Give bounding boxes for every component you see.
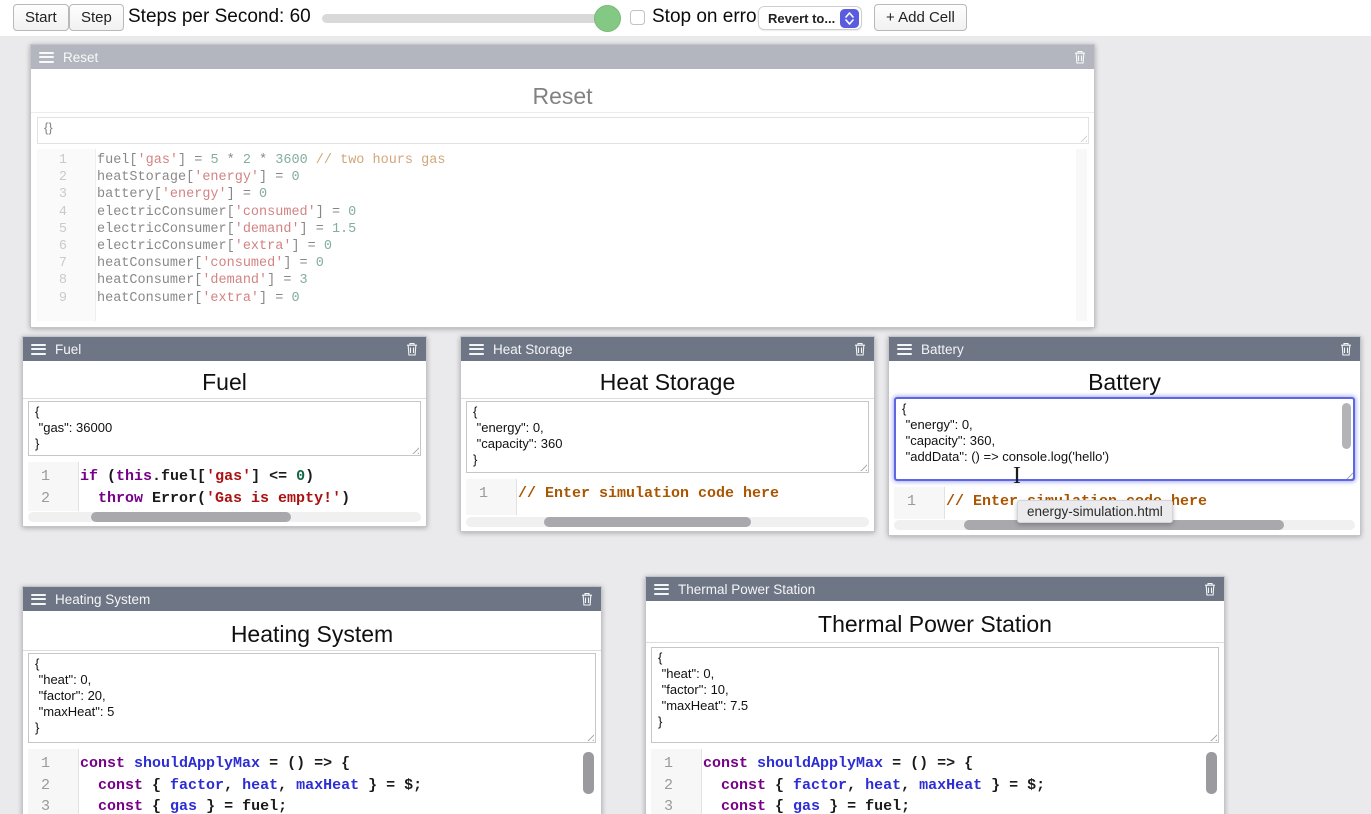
code-editor[interactable]: 1fuel['gas'] = 5 * 2 * 3600 // two hours… (37, 149, 1089, 321)
cell-header-label: Heat Storage (493, 342, 573, 357)
cell-header-label: Reset (63, 50, 98, 65)
delete-cell-button[interactable] (406, 342, 418, 356)
trash-icon (1204, 582, 1216, 596)
json-state-input[interactable]: {} (37, 117, 1089, 144)
cell-thermal-power-station-header[interactable]: Thermal Power Station (646, 577, 1224, 601)
cell-header-label: Thermal Power Station (678, 582, 815, 597)
menu-icon[interactable] (469, 344, 484, 355)
add-cell-button[interactable]: + Add Cell (874, 4, 967, 31)
json-state-wrap: { "energy": 0, "capacity": 360 } (466, 401, 869, 473)
json-state-input[interactable]: { "heat": 0, "factor": 10, "maxHeat": 7.… (651, 647, 1219, 743)
cell-header-label: Battery (921, 342, 964, 357)
cell-header-label: Heating System (55, 592, 150, 607)
cell-battery-header[interactable]: Battery (889, 337, 1360, 361)
cell-fuel-header[interactable]: Fuel (23, 337, 426, 361)
json-state-input[interactable]: { "heat": 0, "factor": 20, "maxHeat": 5 … (28, 653, 596, 743)
steps-per-second-slider[interactable] (322, 14, 615, 23)
scrollbar-thumb[interactable] (91, 512, 291, 522)
stop-on-error-label: Stop on error (652, 6, 763, 28)
menu-icon[interactable] (654, 584, 669, 595)
json-state-wrap: {} (37, 117, 1089, 144)
trash-icon (1074, 50, 1086, 64)
json-state-wrap: { "gas": 36000 } (28, 401, 421, 456)
cell-title: Heat Storage (461, 369, 874, 396)
code-editor[interactable]: 1const shouldApplyMax = () => {2 const {… (28, 749, 596, 814)
trash-icon (406, 342, 418, 356)
json-state-input[interactable]: { "energy": 0, "capacity": 360 } (466, 401, 869, 473)
cell-thermal-power-station: Thermal Power Station Thermal Power Stat… (645, 576, 1225, 814)
delete-cell-button[interactable] (1074, 50, 1086, 64)
menu-icon[interactable] (39, 52, 54, 63)
cell-heat-storage: Heat Storage Heat Storage { "energy": 0,… (460, 336, 875, 532)
start-button[interactable]: Start (13, 4, 69, 31)
steps-per-second-label: Steps per Second: 60 (128, 6, 311, 28)
code-vscrollbar[interactable] (1206, 752, 1217, 794)
code-hscrollbar[interactable] (28, 512, 421, 522)
toolbar: Start Step Steps per Second: 60 Stop on … (0, 0, 1371, 36)
cell-title: Reset (31, 83, 1094, 110)
scrollbar-thumb[interactable] (544, 517, 751, 527)
delete-cell-button[interactable] (1204, 582, 1216, 596)
code-vscrollbar[interactable] (1076, 149, 1087, 321)
code-hscrollbar[interactable] (466, 517, 869, 527)
text-cursor-icon: I (1013, 463, 1021, 490)
code-editor[interactable]: 1// Enter simulation code here (466, 479, 869, 515)
cell-title: Heating System (23, 621, 601, 648)
delete-cell-button[interactable] (581, 592, 593, 606)
cell-header-label: Fuel (55, 342, 81, 357)
slider-thumb[interactable] (594, 5, 621, 32)
json-state-wrap: { "heat": 0, "factor": 10, "maxHeat": 7.… (651, 647, 1219, 743)
stop-on-error-checkbox[interactable] (630, 10, 645, 25)
menu-icon[interactable] (897, 344, 912, 355)
select-stepper-icon (840, 9, 859, 28)
trash-icon (1340, 342, 1352, 356)
code-editor[interactable]: 1if (this.fuel['gas'] <= 0)2 throw Error… (28, 462, 421, 511)
trash-icon (581, 592, 593, 606)
textarea-vscrollbar[interactable] (1342, 403, 1351, 449)
code-editor[interactable]: 1const shouldApplyMax = () => {2 const {… (651, 749, 1219, 814)
trash-icon (854, 342, 866, 356)
cell-title: Thermal Power Station (646, 611, 1224, 638)
menu-icon[interactable] (31, 594, 46, 605)
cell-reset: Reset Reset {} 1fuel['gas'] = 5 * 2 * 36… (30, 44, 1095, 328)
revert-to-select-value: Revert to... (768, 11, 835, 26)
cell-fuel: Fuel Fuel { "gas": 36000 } 1if (this.fue… (22, 336, 427, 527)
cell-heating-system: Heating System Heating System { "heat": … (22, 586, 602, 814)
json-state-wrap: { "heat": 0, "factor": 20, "maxHeat": 5 … (28, 653, 596, 743)
step-button[interactable]: Step (69, 4, 124, 31)
cell-heat-storage-header[interactable]: Heat Storage (461, 337, 874, 361)
cell-title: Fuel (23, 369, 426, 396)
delete-cell-button[interactable] (1340, 342, 1352, 356)
cell-heating-system-header[interactable]: Heating System (23, 587, 601, 611)
json-state-input[interactable]: { "gas": 36000 } (28, 401, 421, 456)
delete-cell-button[interactable] (854, 342, 866, 356)
revert-to-select[interactable]: Revert to... (758, 6, 862, 30)
cell-title: Battery (889, 369, 1360, 396)
tooltip: energy-simulation.html (1017, 500, 1173, 523)
json-state-wrap: { "energy": 0, "capacity": 360, "addData… (894, 397, 1355, 481)
cell-reset-header[interactable]: Reset (31, 45, 1094, 69)
menu-icon[interactable] (31, 344, 46, 355)
json-state-input[interactable]: { "energy": 0, "capacity": 360, "addData… (894, 397, 1355, 481)
code-vscrollbar[interactable] (583, 752, 594, 794)
cell-battery: Battery Battery { "energy": 0, "capacity… (888, 336, 1361, 536)
